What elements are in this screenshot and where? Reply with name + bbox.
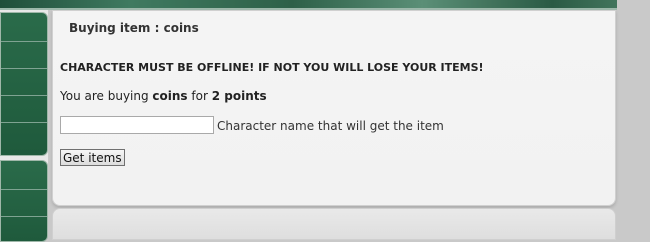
item-price: 2 points: [211, 89, 267, 103]
secondary-panel: [52, 208, 616, 240]
character-name-input[interactable]: [60, 116, 214, 134]
page-title: Buying item : coins: [69, 21, 199, 35]
sidebar-item-divider: [1, 95, 47, 96]
content-panel: Buying item : coins CHARACTER MUST BE OF…: [52, 10, 616, 206]
purchase-summary: You are buying coins for 2 points: [60, 89, 267, 103]
sidebar-item-divider: [1, 122, 47, 123]
item-name: coins: [152, 89, 188, 103]
buy-middle-text: for: [187, 89, 212, 103]
sidebar-item-divider: [1, 41, 47, 42]
character-name-label: Character name that will get the item: [217, 119, 444, 133]
header-banner: [0, 0, 650, 10]
sidebar-menu-block: [0, 12, 48, 156]
get-items-button[interactable]: Get items: [60, 149, 125, 166]
sidebar-menu-block: [0, 160, 48, 242]
buy-prefix-text: You are buying: [60, 89, 153, 103]
sidebar-item-divider: [1, 68, 47, 69]
page-background: [617, 0, 650, 231]
sidebar-item-divider: [1, 189, 47, 190]
sidebar: [0, 10, 48, 242]
sidebar-item-divider: [1, 216, 47, 217]
offline-warning: CHARACTER MUST BE OFFLINE! IF NOT YOU WI…: [60, 61, 484, 74]
